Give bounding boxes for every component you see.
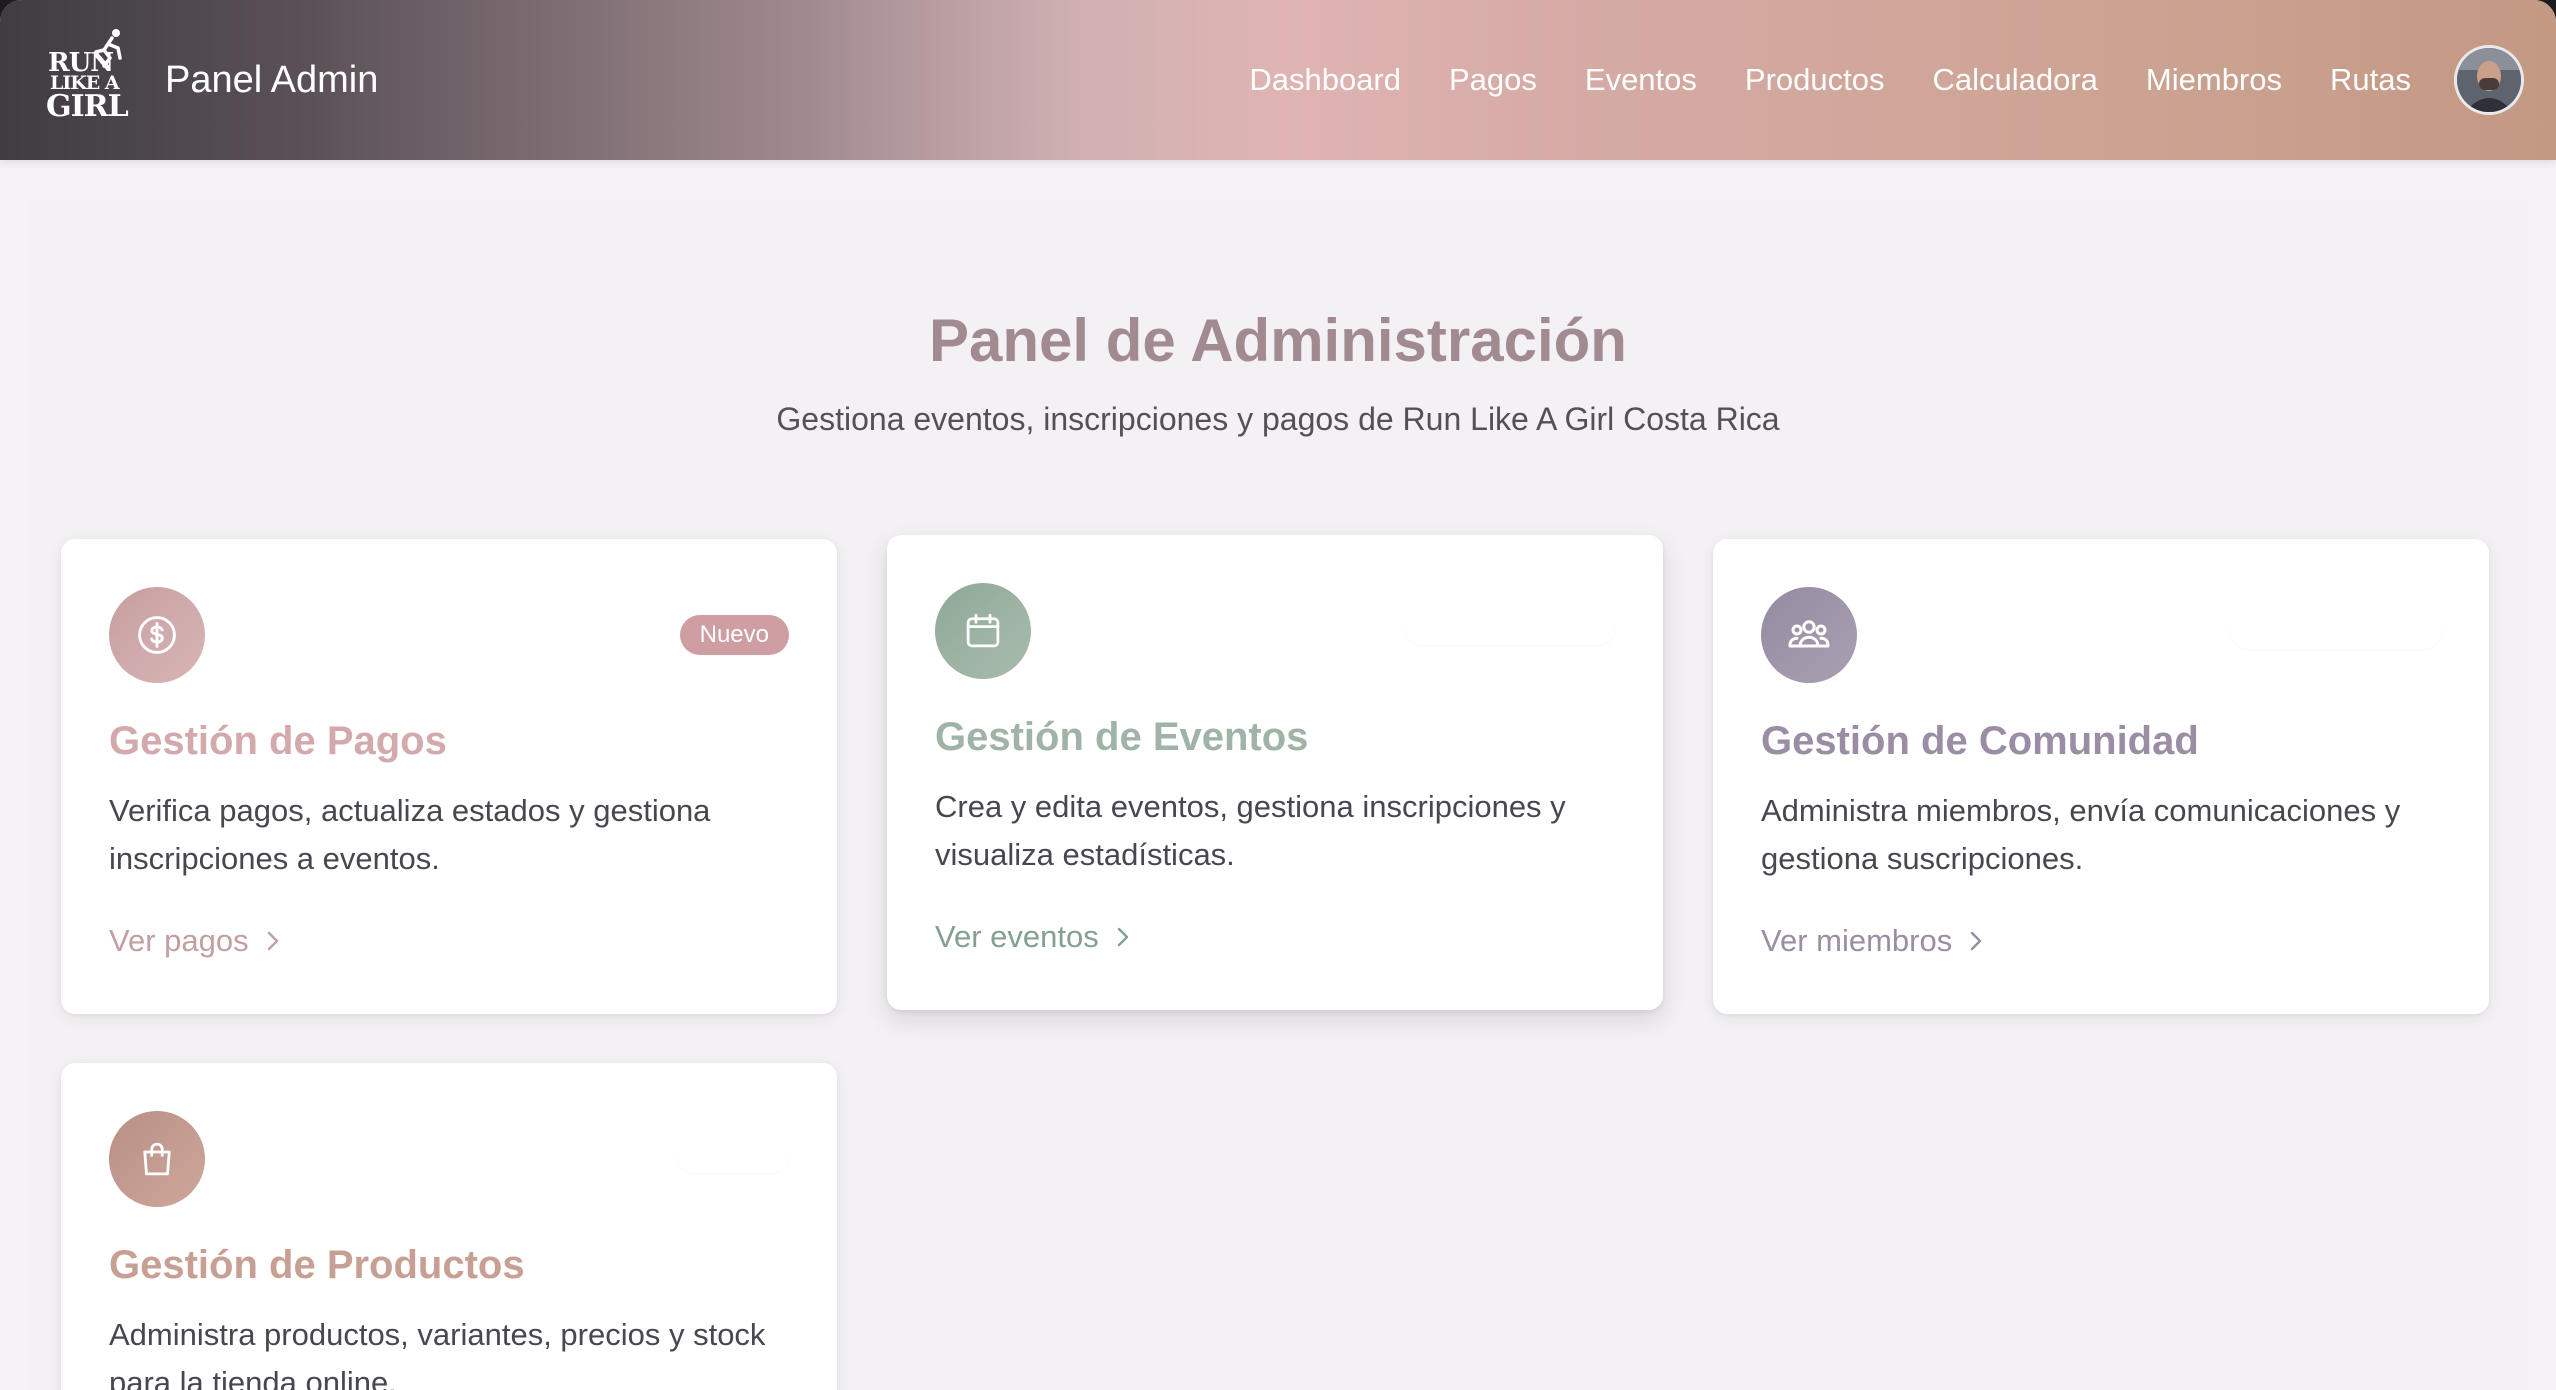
nav-link-miembros[interactable]: Miembros	[2146, 60, 2282, 100]
shopping-bag-icon	[143, 1142, 171, 1176]
chevron-right-icon	[1117, 927, 1128, 947]
calendar-icon	[966, 613, 1000, 648]
user-avatar[interactable]	[2454, 45, 2524, 115]
card-eventos-icon-circle	[935, 583, 1031, 679]
card-productos-badge-placeholder	[677, 1137, 789, 1173]
card-eventos-badge-placeholder	[1405, 609, 1615, 645]
card-pagos[interactable]: Nuevo Gestión de Pagos Verifica pagos, a…	[61, 539, 837, 1014]
main-nav: Dashboard Pagos Eventos Productos Calcul…	[1249, 60, 2411, 100]
users-icon	[1788, 620, 1830, 648]
app-window: RUN LIKE A GIRL Panel Admin Dashboard Pa…	[0, 0, 2556, 1390]
card-comunidad-description: Administra miembros, envía comunicacione…	[1761, 793, 2401, 876]
card-eventos[interactable]: Gestión de Eventos Crea y edita eventos,…	[887, 535, 1663, 1010]
card-comunidad-title: Gestión de Comunidad	[1761, 719, 2199, 763]
nav-link-dashboard[interactable]: Dashboard	[1249, 60, 1401, 100]
ver-miembros-label: Ver miembros	[1761, 923, 1953, 958]
card-eventos-title: Gestión de Eventos	[935, 715, 1309, 759]
card-productos-description: Administra productos, variantes, precios…	[109, 1317, 766, 1390]
nav-link-pagos[interactable]: Pagos	[1449, 60, 1537, 100]
dollar-icon	[138, 616, 176, 654]
card-eventos-description: Crea y edita eventos, gestiona inscripci…	[935, 789, 1566, 872]
ver-pagos-link[interactable]: Ver pagos	[109, 921, 281, 961]
page-subtitle: Gestiona eventos, inscripciones y pagos …	[776, 401, 1780, 437]
ver-miembros-link[interactable]: Ver miembros	[1761, 921, 1984, 961]
card-comunidad-icon-circle	[1761, 587, 1857, 683]
user-photo-icon	[2457, 48, 2521, 112]
ver-eventos-link[interactable]: Ver eventos	[935, 917, 1131, 957]
brand-logo[interactable]: RUN LIKE A GIRL	[44, 28, 130, 122]
chevron-right-icon	[1971, 931, 1982, 951]
card-productos-title: Gestión de Productos	[109, 1243, 525, 1287]
card-pagos-title: Gestión de Pagos	[109, 719, 447, 763]
card-pagos-description: Verifica pagos, actualiza estados y gest…	[109, 793, 711, 876]
logo-line-3: GIRL	[46, 89, 129, 124]
top-navbar: RUN LIKE A GIRL Panel Admin Dashboard Pa…	[0, 0, 2556, 160]
card-productos-icon-circle	[109, 1111, 205, 1207]
ver-eventos-label: Ver eventos	[935, 919, 1099, 954]
nav-link-calculadora[interactable]: Calculadora	[1932, 60, 2097, 100]
page-title: Panel de Administración	[929, 307, 1627, 374]
chevron-right-icon	[267, 931, 278, 951]
nav-link-rutas[interactable]: Rutas	[2330, 60, 2411, 100]
nav-link-productos[interactable]: Productos	[1745, 60, 1885, 100]
card-productos[interactable]: Gestión de Productos Administra producto…	[61, 1063, 837, 1390]
card-comunidad[interactable]: Gestión de Comunidad Administra miembros…	[1713, 539, 2489, 1014]
badge-nuevo: Nuevo	[679, 615, 789, 655]
card-pagos-icon-circle	[109, 587, 205, 683]
card-comunidad-badge-placeholder	[2231, 613, 2441, 649]
brand-title: Panel Admin	[165, 59, 379, 101]
nav-link-eventos[interactable]: Eventos	[1585, 60, 1697, 100]
ver-pagos-label: Ver pagos	[109, 923, 249, 958]
